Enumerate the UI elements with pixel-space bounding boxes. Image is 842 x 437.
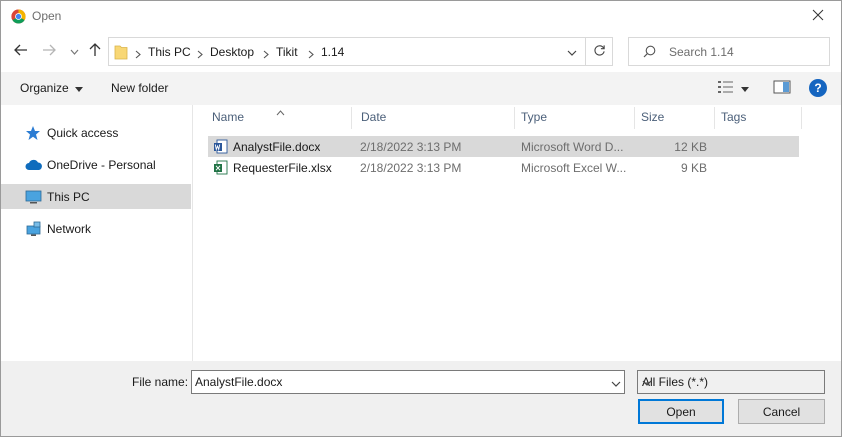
file-size: 9 KB — [680, 161, 707, 175]
preview-pane-button[interactable] — [773, 79, 791, 98]
close-button[interactable] — [795, 1, 841, 32]
file-type-filter[interactable]: All Files (*.*) — [637, 370, 825, 394]
sidebar-item-label: OneDrive - Personal — [47, 158, 156, 172]
search-placeholder: Search 1.14 — [669, 45, 734, 59]
caret-down-icon — [741, 81, 749, 95]
dialog-footer: File name: All Files (*.*) Open Cancel — [1, 361, 841, 436]
refresh-icon — [593, 44, 606, 60]
breadcrumb-desktop[interactable]: Desktop — [210, 45, 254, 59]
refresh-button[interactable] — [585, 38, 613, 65]
file-row[interactable]: AnalystFile.docx 2/18/2022 3:13 PM Micro… — [208, 136, 799, 157]
change-view-button[interactable] — [717, 78, 757, 98]
organize-label: Organize — [20, 81, 69, 95]
navigation-pane: Quick access OneDrive - Personal This PC… — [1, 105, 193, 361]
open-button-label: Open — [666, 404, 696, 419]
title-bar: Open — [1, 1, 841, 32]
breadcrumb-tikit[interactable]: Tikit — [276, 45, 298, 59]
file-date: 2/18/2022 3:13 PM — [360, 140, 462, 154]
breadcrumb-chevron-icon — [135, 48, 141, 62]
close-icon — [812, 9, 824, 24]
word-doc-icon — [213, 139, 228, 154]
sidebar-item-label: This PC — [47, 190, 90, 204]
chevron-down-icon — [642, 375, 820, 389]
breadcrumb-chevron-icon — [263, 48, 269, 62]
back-button[interactable] — [11, 41, 31, 61]
cloud-icon — [25, 157, 42, 173]
forward-button[interactable] — [39, 41, 59, 61]
breadcrumb-chevron-icon — [308, 48, 314, 62]
column-header-date[interactable]: Date — [356, 105, 386, 130]
preview-pane-icon — [773, 80, 791, 94]
help-icon: ? — [814, 81, 822, 95]
column-header-tags[interactable]: Tags — [716, 105, 746, 130]
chevron-down-icon — [70, 44, 79, 58]
sidebar-item-quick-access[interactable]: Quick access — [1, 120, 191, 145]
column-divider[interactable] — [714, 107, 715, 129]
folder-icon — [114, 44, 128, 64]
cancel-button[interactable]: Cancel — [738, 399, 825, 424]
dialog-title: Open — [32, 9, 62, 23]
open-dialog: Open This PC Desktop Tikit 1.14 Search 1… — [0, 0, 842, 437]
file-name: RequesterFile.xlsx — [233, 161, 332, 175]
up-button[interactable] — [85, 41, 105, 61]
sidebar-item-this-pc[interactable]: This PC — [1, 184, 191, 209]
chevron-down-icon[interactable] — [611, 376, 621, 390]
address-bar[interactable]: This PC Desktop Tikit 1.14 — [108, 37, 613, 66]
file-name-input[interactable] — [195, 374, 595, 390]
sidebar-item-onedrive[interactable]: OneDrive - Personal — [1, 152, 191, 177]
column-divider[interactable] — [514, 107, 515, 129]
file-type: Microsoft Word D... — [521, 140, 624, 154]
cancel-button-label: Cancel — [762, 404, 801, 419]
recent-locations-button[interactable] — [64, 41, 84, 61]
file-name-label: File name: — [132, 375, 189, 389]
network-icon — [25, 221, 41, 237]
details-view-icon — [717, 80, 735, 97]
file-date: 2/18/2022 3:13 PM — [360, 161, 462, 175]
arrow-right-icon — [42, 44, 56, 59]
sidebar-item-label: Network — [47, 222, 92, 236]
column-divider[interactable] — [351, 107, 352, 129]
file-list: Name Date Type Size Tags AnalystFile.doc… — [194, 105, 841, 361]
column-header-type[interactable]: Type — [516, 105, 547, 130]
breadcrumb-1-14[interactable]: 1.14 — [321, 45, 344, 59]
open-button[interactable]: Open — [638, 399, 724, 424]
command-bar: Organize New folder ? — [1, 72, 841, 105]
file-size: 12 KB — [674, 140, 707, 154]
file-name: AnalystFile.docx — [233, 140, 321, 154]
address-history-button[interactable] — [558, 38, 585, 65]
file-row[interactable]: RequesterFile.xlsx 2/18/2022 3:13 PM Mic… — [208, 157, 799, 178]
sidebar-item-label: Quick access — [47, 126, 119, 140]
sort-ascending-icon — [276, 105, 285, 119]
organize-button[interactable]: Organize — [20, 81, 83, 95]
sidebar-item-network[interactable]: Network — [1, 216, 191, 241]
chevron-down-icon — [567, 45, 577, 59]
arrow-up-icon — [89, 42, 101, 60]
breadcrumb-this-pc[interactable]: This PC — [148, 45, 191, 59]
monitor-icon — [25, 189, 42, 205]
arrow-left-icon — [14, 44, 28, 59]
chrome-icon — [11, 9, 26, 24]
navigation-bar: This PC Desktop Tikit 1.14 Search 1.14 — [1, 34, 841, 70]
excel-sheet-icon — [213, 160, 228, 175]
column-header-size[interactable]: Size — [636, 105, 664, 130]
column-header-name[interactable]: Name — [207, 105, 244, 130]
column-divider[interactable] — [634, 107, 635, 129]
star-icon — [25, 125, 41, 141]
help-button[interactable]: ? — [809, 79, 827, 97]
breadcrumb-chevron-icon — [197, 48, 203, 62]
new-folder-button[interactable]: New folder — [111, 81, 168, 95]
column-divider[interactable] — [801, 107, 802, 129]
caret-down-icon — [74, 81, 83, 95]
search-icon — [643, 45, 656, 61]
search-input[interactable]: Search 1.14 — [628, 37, 830, 66]
file-name-combobox[interactable] — [191, 370, 625, 394]
file-type: Microsoft Excel W... — [521, 161, 627, 175]
